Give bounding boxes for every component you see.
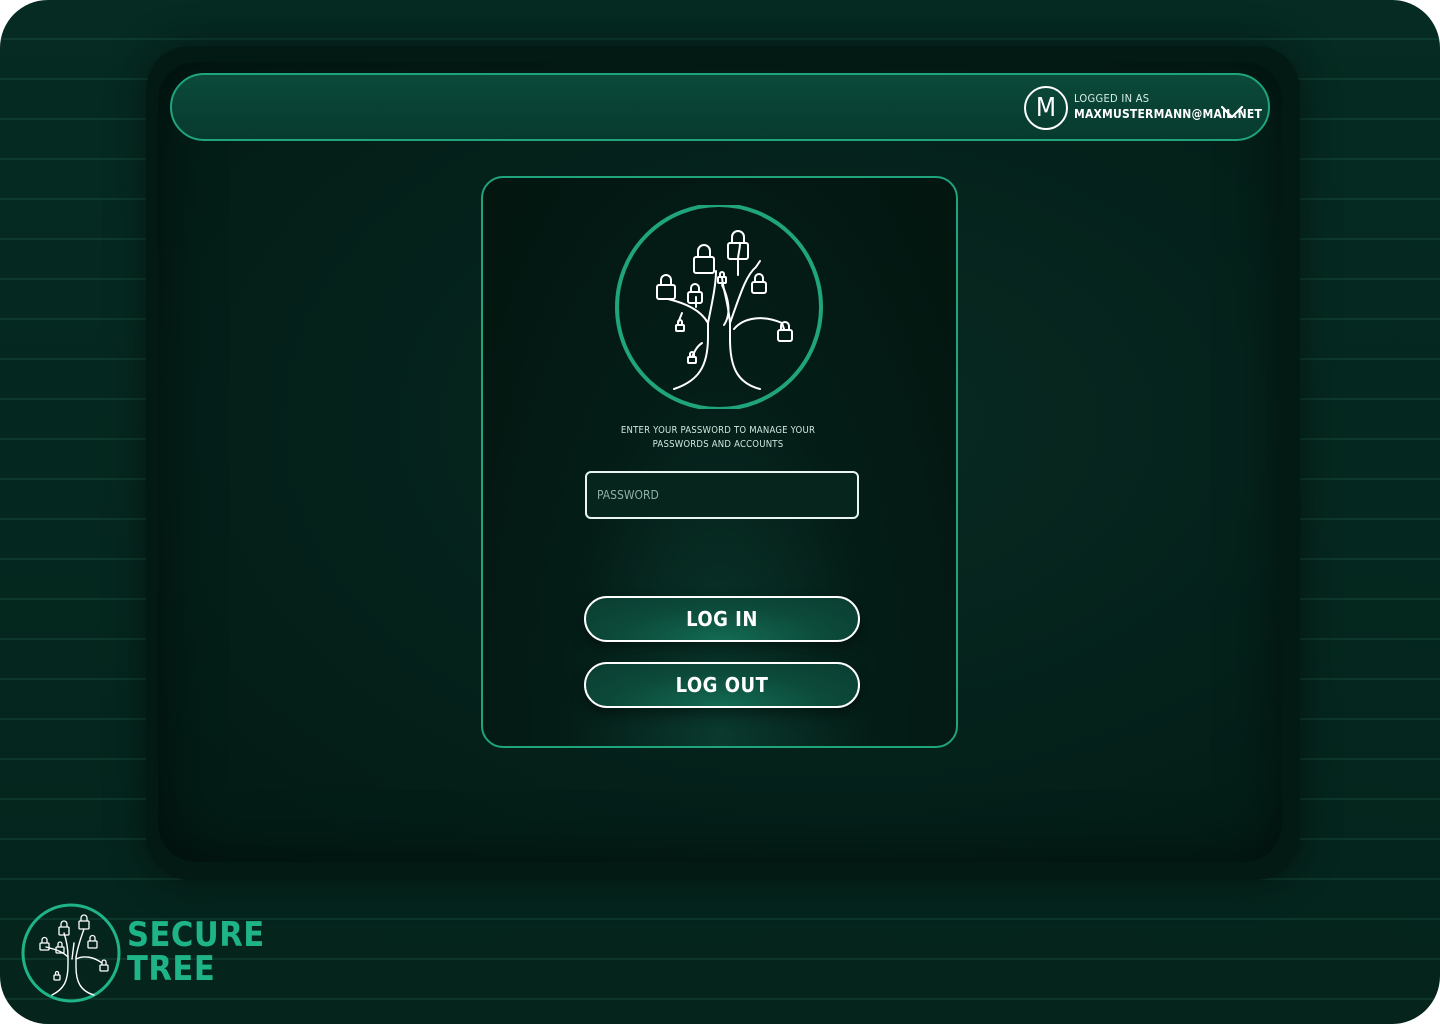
password-input[interactable] xyxy=(585,471,859,519)
brand-name: SECURE TREE xyxy=(127,918,265,986)
app-screen: M LOGGED IN AS MAXMUSTERMANN@MAIL.NET EN… xyxy=(0,0,1440,1024)
brand-line-2: TREE xyxy=(127,949,216,989)
avatar-initial: M xyxy=(1035,93,1057,123)
lock-tree-icon xyxy=(615,205,823,409)
instruction-line-1: ENTER YOUR PASSWORD TO MANAGE YOUR xyxy=(620,425,816,436)
instruction-line-2: PASSWORDS AND ACCOUNTS xyxy=(652,439,784,450)
chevron-down-icon[interactable] xyxy=(1218,100,1246,122)
lock-tree-logo-icon xyxy=(21,903,121,1003)
brand-line-1: SECURE xyxy=(127,915,265,955)
logout-button[interactable]: LOG OUT xyxy=(584,662,860,708)
login-button-label: LOG IN xyxy=(686,607,758,631)
login-instruction: ENTER YOUR PASSWORD TO MANAGE YOUR PASSW… xyxy=(600,424,836,452)
login-button[interactable]: LOG IN xyxy=(584,596,860,642)
logout-button-label: LOG OUT xyxy=(675,673,769,697)
user-avatar[interactable]: M xyxy=(1024,86,1068,130)
